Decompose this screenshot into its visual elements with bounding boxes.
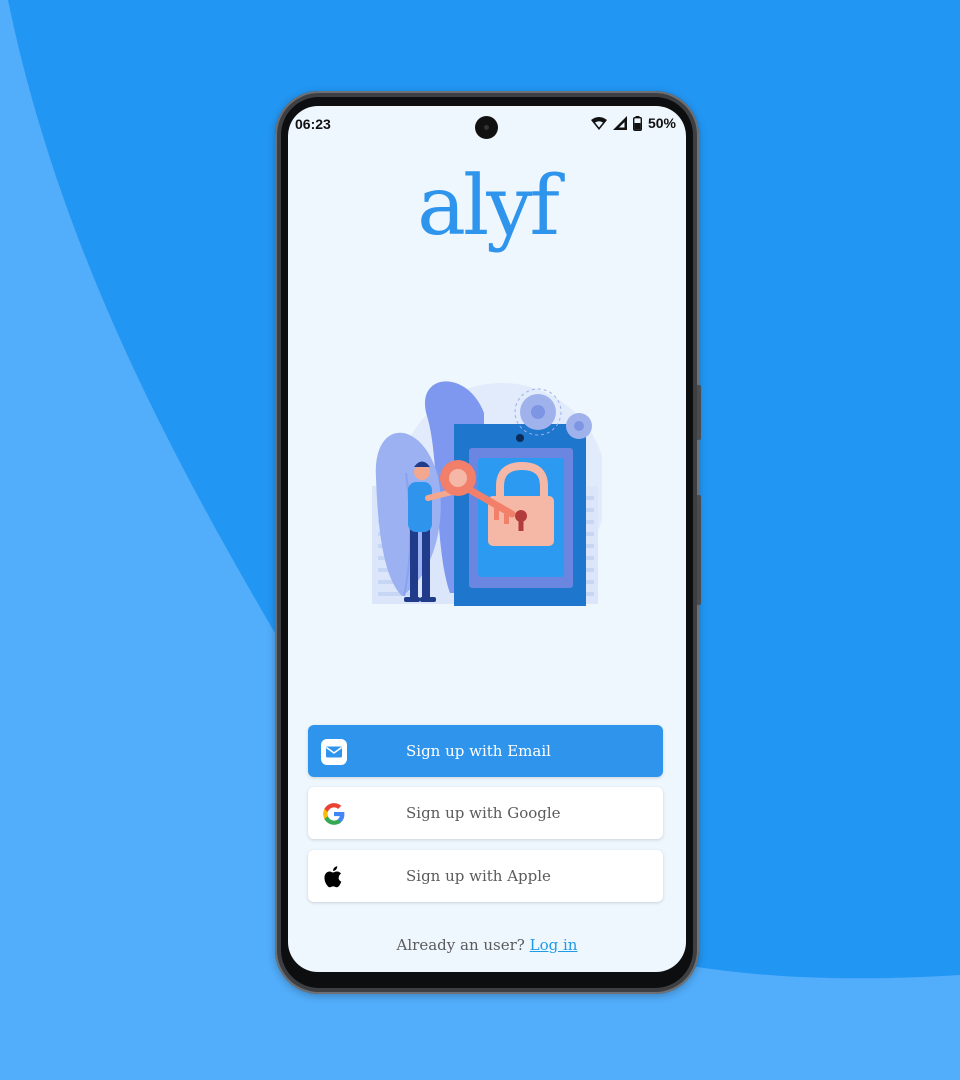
login-prompt: Already an user? Log in xyxy=(288,936,686,954)
email-button-label: Sign up with Email xyxy=(406,742,551,760)
apple-icon xyxy=(324,866,342,888)
power-button xyxy=(697,385,701,440)
apple-button-label: Sign up with Apple xyxy=(406,867,551,885)
battery-percentage: 50% xyxy=(647,115,676,131)
google-button-label: Sign up with Google xyxy=(406,804,561,822)
battery-icon xyxy=(632,115,642,131)
sign-up-email-button[interactable]: Sign up with Email xyxy=(308,725,663,777)
volume-button xyxy=(697,495,701,605)
sign-up-google-button[interactable]: Sign up with Google xyxy=(308,787,663,839)
app-logo: alyf xyxy=(417,159,560,254)
login-prompt-text: Already an user? xyxy=(396,936,525,954)
security-illustration xyxy=(372,381,602,606)
sign-up-apple-button[interactable]: Sign up with Apple xyxy=(308,850,663,902)
phone-screen: 06:23 50% alyf Sign up with Email Sign u… xyxy=(288,106,686,972)
mail-icon xyxy=(321,739,347,765)
signal-icon xyxy=(612,116,627,130)
login-link[interactable]: Log in xyxy=(530,936,578,954)
status-bar: 06:23 50% xyxy=(288,106,686,142)
front-camera xyxy=(475,116,498,139)
status-time: 06:23 xyxy=(295,116,331,132)
wifi-icon xyxy=(590,116,607,130)
google-icon xyxy=(323,803,345,825)
